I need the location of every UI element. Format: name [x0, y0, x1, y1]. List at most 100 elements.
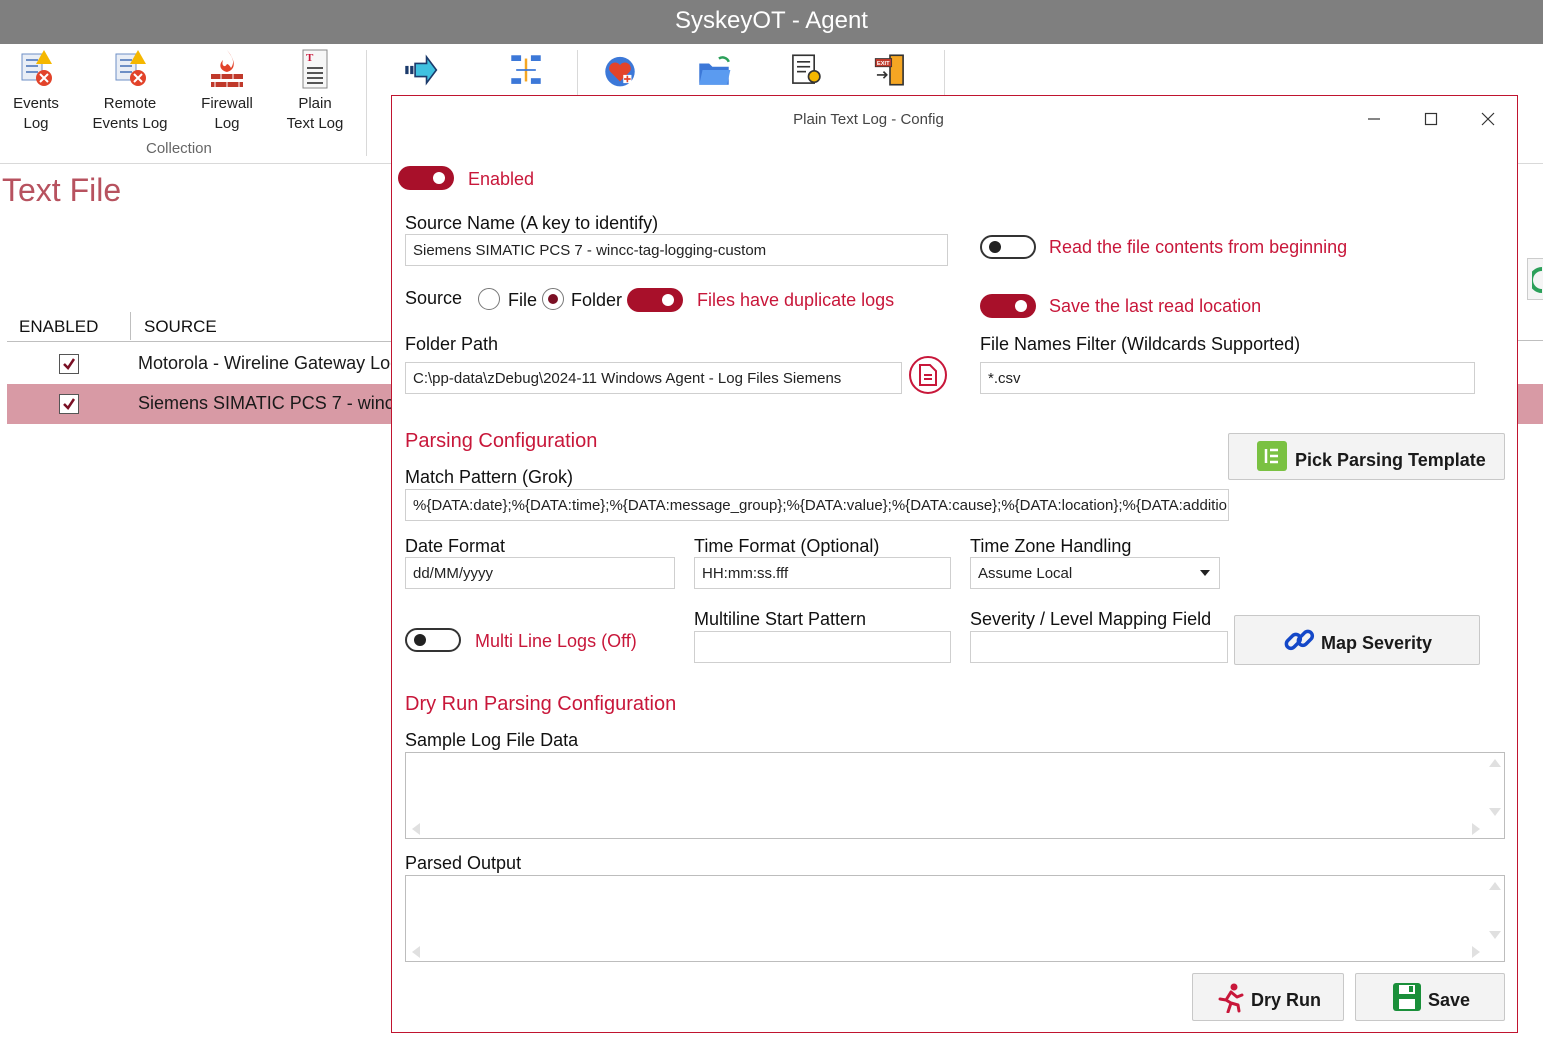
- grid-header: ENABLED SOURCE: [7, 312, 397, 342]
- scroll-left-icon[interactable]: [412, 946, 420, 958]
- pick-parsing-template-label: Pick Parsing Template: [1295, 450, 1486, 470]
- timezone-label: Time Zone Handling: [970, 536, 1132, 556]
- maximize-button[interactable]: [1414, 106, 1448, 134]
- file-filter-label: File Names Filter (Wildcards Supported): [980, 334, 1301, 354]
- pick-parsing-template-button[interactable]: Pick Parsing Template: [1228, 433, 1505, 480]
- events-log-button[interactable]: Events Log: [8, 48, 64, 134]
- column-header-enabled[interactable]: ENABLED: [19, 317, 98, 337]
- ribbon-group-collection: Collection: [146, 140, 212, 157]
- column-header-source[interactable]: SOURCE: [144, 317, 217, 337]
- read-from-beginning-toggle[interactable]: [980, 235, 1036, 259]
- minimize-icon: [1368, 118, 1380, 120]
- multiline-start-label: Multiline Start Pattern: [694, 609, 867, 629]
- document-icon: [919, 364, 937, 386]
- enabled-checkbox[interactable]: [59, 354, 79, 374]
- plain-text-log-button[interactable]: T Plain Text Log: [282, 48, 348, 134]
- scroll-down-icon[interactable]: [1489, 931, 1501, 939]
- dry-run-button[interactable]: Dry Run: [1192, 973, 1344, 1021]
- template-icon: [1257, 441, 1287, 471]
- exit-door-icon: EXIT: [874, 54, 904, 86]
- parsing-configuration-heading: Parsing Configuration: [405, 430, 598, 452]
- timezone-selected-value: Assume Local: [978, 565, 1073, 582]
- column-divider[interactable]: [130, 312, 131, 340]
- scroll-right-icon[interactable]: [1472, 946, 1480, 958]
- time-format-input[interactable]: HH:mm:ss.fff: [694, 557, 951, 589]
- close-icon: [1481, 112, 1495, 126]
- flow-button[interactable]: [502, 48, 550, 94]
- save-last-read-toggle[interactable]: [980, 294, 1036, 318]
- plain-text-log-label-1: Plain: [298, 95, 332, 112]
- save-last-read-label: Save the last read location: [1049, 296, 1262, 316]
- remote-events-log-label-2: Events Log: [92, 115, 168, 132]
- multiline-toggle[interactable]: [405, 628, 461, 652]
- folder-sync-icon: [699, 56, 731, 85]
- folder-path-input[interactable]: C:\pp-data\zDebug\2024-11 Windows Agent …: [405, 362, 902, 394]
- minimize-button[interactable]: [1357, 106, 1391, 134]
- remote-events-log-button[interactable]: Remote Events Log: [92, 48, 168, 134]
- source-file-radio[interactable]: [478, 288, 500, 310]
- scroll-up-icon[interactable]: [1489, 882, 1501, 890]
- dialog-title: Plain Text Log - Config: [793, 111, 944, 128]
- certificate-button[interactable]: [782, 48, 830, 94]
- refresh-button[interactable]: [1527, 258, 1543, 300]
- firewall-log-button[interactable]: Firewall Log: [196, 48, 258, 134]
- duplicate-logs-toggle[interactable]: [627, 288, 683, 312]
- chevron-down-icon: [1200, 570, 1210, 576]
- plain-text-log-config-dialog: Plain Text Log - Config Enabled Source N…: [391, 95, 1518, 1033]
- match-pattern-input[interactable]: %{DATA:date};%{DATA:time};%{DATA:message…: [405, 489, 1229, 521]
- scroll-up-icon[interactable]: [1489, 759, 1501, 767]
- exit-button[interactable]: EXIT: [866, 48, 914, 94]
- enabled-checkbox[interactable]: [59, 394, 79, 414]
- table-row[interactable]: Motorola - Wireline Gateway Log: [7, 344, 400, 384]
- source-name-input[interactable]: Siemens SIMATIC PCS 7 - wincc-tag-loggin…: [405, 234, 948, 266]
- match-pattern-label: Match Pattern (Grok): [405, 467, 574, 487]
- map-severity-button[interactable]: Map Severity: [1234, 615, 1480, 665]
- multiline-label: Multi Line Logs (Off): [475, 631, 637, 651]
- maximize-icon: [1424, 112, 1438, 126]
- parsed-output-textarea[interactable]: [405, 875, 1505, 962]
- sample-log-textarea[interactable]: [405, 752, 1505, 839]
- forward-button[interactable]: [396, 48, 444, 94]
- remote-events-log-label-1: Remote: [103, 95, 157, 112]
- folder-sync-button[interactable]: [690, 48, 738, 94]
- close-button[interactable]: [1471, 106, 1505, 134]
- app-title: SyskeyOT - Agent: [675, 7, 868, 34]
- read-from-beginning-label: Read the file contents from beginning: [1049, 237, 1348, 257]
- firewall-icon: [211, 50, 243, 87]
- timezone-select[interactable]: Assume Local: [970, 557, 1220, 589]
- checkmark-icon: [63, 398, 76, 410]
- source-label: Source: [405, 288, 463, 308]
- health-button[interactable]: [596, 48, 644, 94]
- source-folder-radio[interactable]: [542, 288, 564, 310]
- scroll-left-icon[interactable]: [412, 823, 420, 835]
- duplicate-logs-label: Files have duplicate logs: [697, 290, 895, 310]
- file-filter-input[interactable]: *.csv: [980, 362, 1475, 394]
- running-person-icon: [1218, 983, 1244, 1013]
- dry-run-label: Dry Run: [1251, 990, 1322, 1010]
- text-file-icon: T: [302, 49, 328, 89]
- source-folder-label[interactable]: Folder: [571, 290, 622, 311]
- enabled-label: Enabled: [468, 169, 535, 189]
- severity-field-input[interactable]: [970, 631, 1228, 663]
- checkmark-icon: [63, 358, 76, 370]
- firewall-log-label-2: Log: [214, 115, 240, 132]
- table-row-selected[interactable]: Siemens SIMATIC PCS 7 - wincc-t: [7, 384, 414, 424]
- arrow-right-icon: [405, 54, 438, 86]
- save-button[interactable]: Save: [1355, 973, 1505, 1021]
- certificate-icon: [792, 54, 821, 84]
- source-file-label[interactable]: File: [508, 290, 537, 311]
- multiline-start-input[interactable]: [694, 631, 951, 663]
- severity-field-label: Severity / Level Mapping Field: [970, 609, 1212, 629]
- enabled-toggle[interactable]: [398, 166, 454, 190]
- dry-run-configuration-heading: Dry Run Parsing Configuration: [405, 693, 677, 715]
- scroll-right-icon[interactable]: [1472, 823, 1480, 835]
- svg-text:T: T: [306, 52, 314, 64]
- save-label: Save: [1428, 990, 1471, 1010]
- source-cell: Siemens SIMATIC PCS 7 - wincc-t: [138, 393, 414, 413]
- events-log-label-1: Events: [13, 95, 59, 112]
- date-format-input[interactable]: dd/MM/yyyy: [405, 557, 675, 589]
- scroll-down-icon[interactable]: [1489, 808, 1501, 816]
- browse-folder-button[interactable]: [909, 356, 947, 394]
- ribbon-separator: [366, 50, 367, 156]
- selected-row-edge: [1517, 384, 1543, 424]
